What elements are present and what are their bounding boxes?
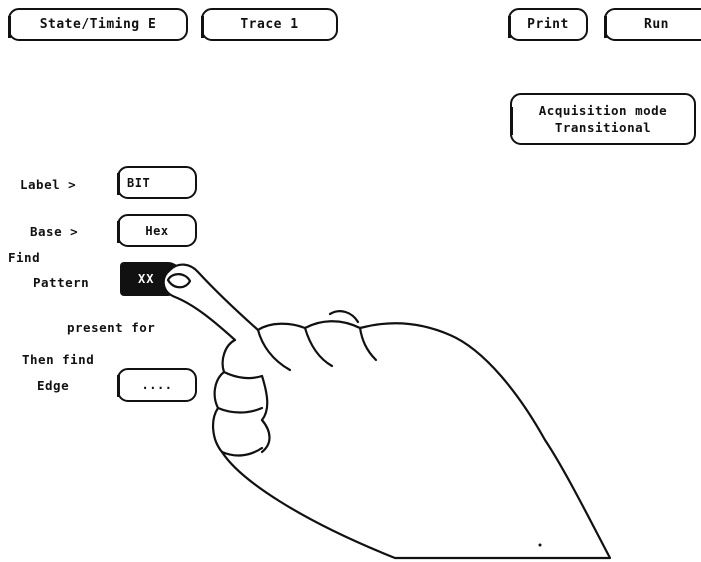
pointing-hand-icon: [162, 263, 612, 560]
